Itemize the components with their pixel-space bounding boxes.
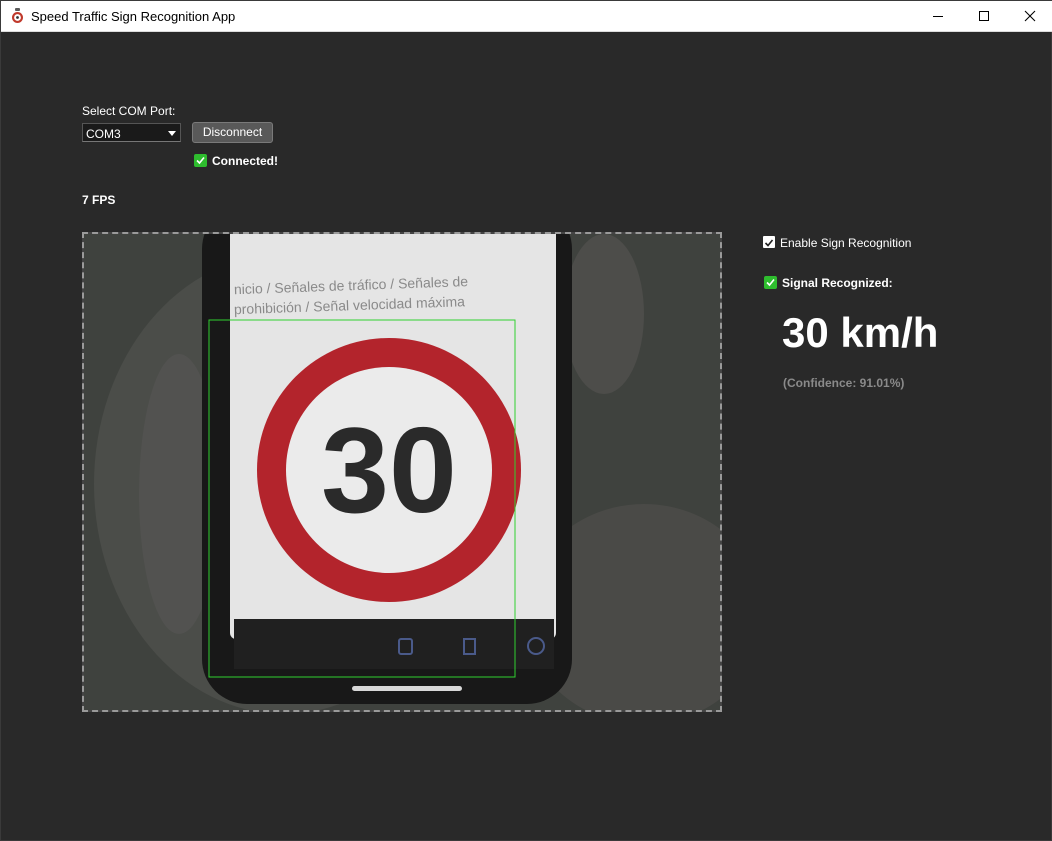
app-icon bbox=[12, 8, 23, 23]
com-port-value: COM3 bbox=[86, 127, 121, 141]
signal-check-icon bbox=[764, 276, 777, 289]
minimize-button[interactable] bbox=[915, 1, 961, 31]
recognized-speed: 30 km/h bbox=[782, 309, 939, 356]
maximize-icon bbox=[979, 11, 989, 21]
com-port-label: Select COM Port: bbox=[82, 104, 176, 118]
disconnect-button[interactable]: Disconnect bbox=[192, 122, 273, 143]
camera-frame-image: nicio / Señales de tráfico / Señales de … bbox=[84, 234, 720, 710]
confidence-value: (Confidence: 91.01%) bbox=[783, 376, 905, 390]
close-icon bbox=[1024, 10, 1036, 22]
app-window: Speed Traffic Sign Recognition App Selec… bbox=[0, 0, 1052, 841]
title-bar: Speed Traffic Sign Recognition App bbox=[1, 1, 1052, 32]
close-button[interactable] bbox=[1007, 1, 1052, 31]
camera-feed: nicio / Señales de tráfico / Señales de … bbox=[82, 232, 722, 712]
maximize-button[interactable] bbox=[961, 1, 1007, 31]
window-title: Speed Traffic Sign Recognition App bbox=[31, 9, 236, 24]
chevron-down-icon bbox=[168, 131, 176, 136]
speed-sign-number: 30 bbox=[321, 402, 457, 538]
enable-recognition-label[interactable]: Enable Sign Recognition bbox=[780, 236, 911, 250]
signal-recognized-label: Signal Recognized: bbox=[782, 276, 893, 290]
enable-recognition-checkbox[interactable] bbox=[763, 236, 775, 248]
fps-counter: 7 FPS bbox=[82, 193, 116, 207]
connection-status: Connected! bbox=[212, 154, 278, 168]
com-port-select[interactable]: COM3 bbox=[82, 123, 181, 142]
minimize-icon bbox=[933, 16, 943, 17]
connected-check-icon bbox=[194, 154, 207, 167]
